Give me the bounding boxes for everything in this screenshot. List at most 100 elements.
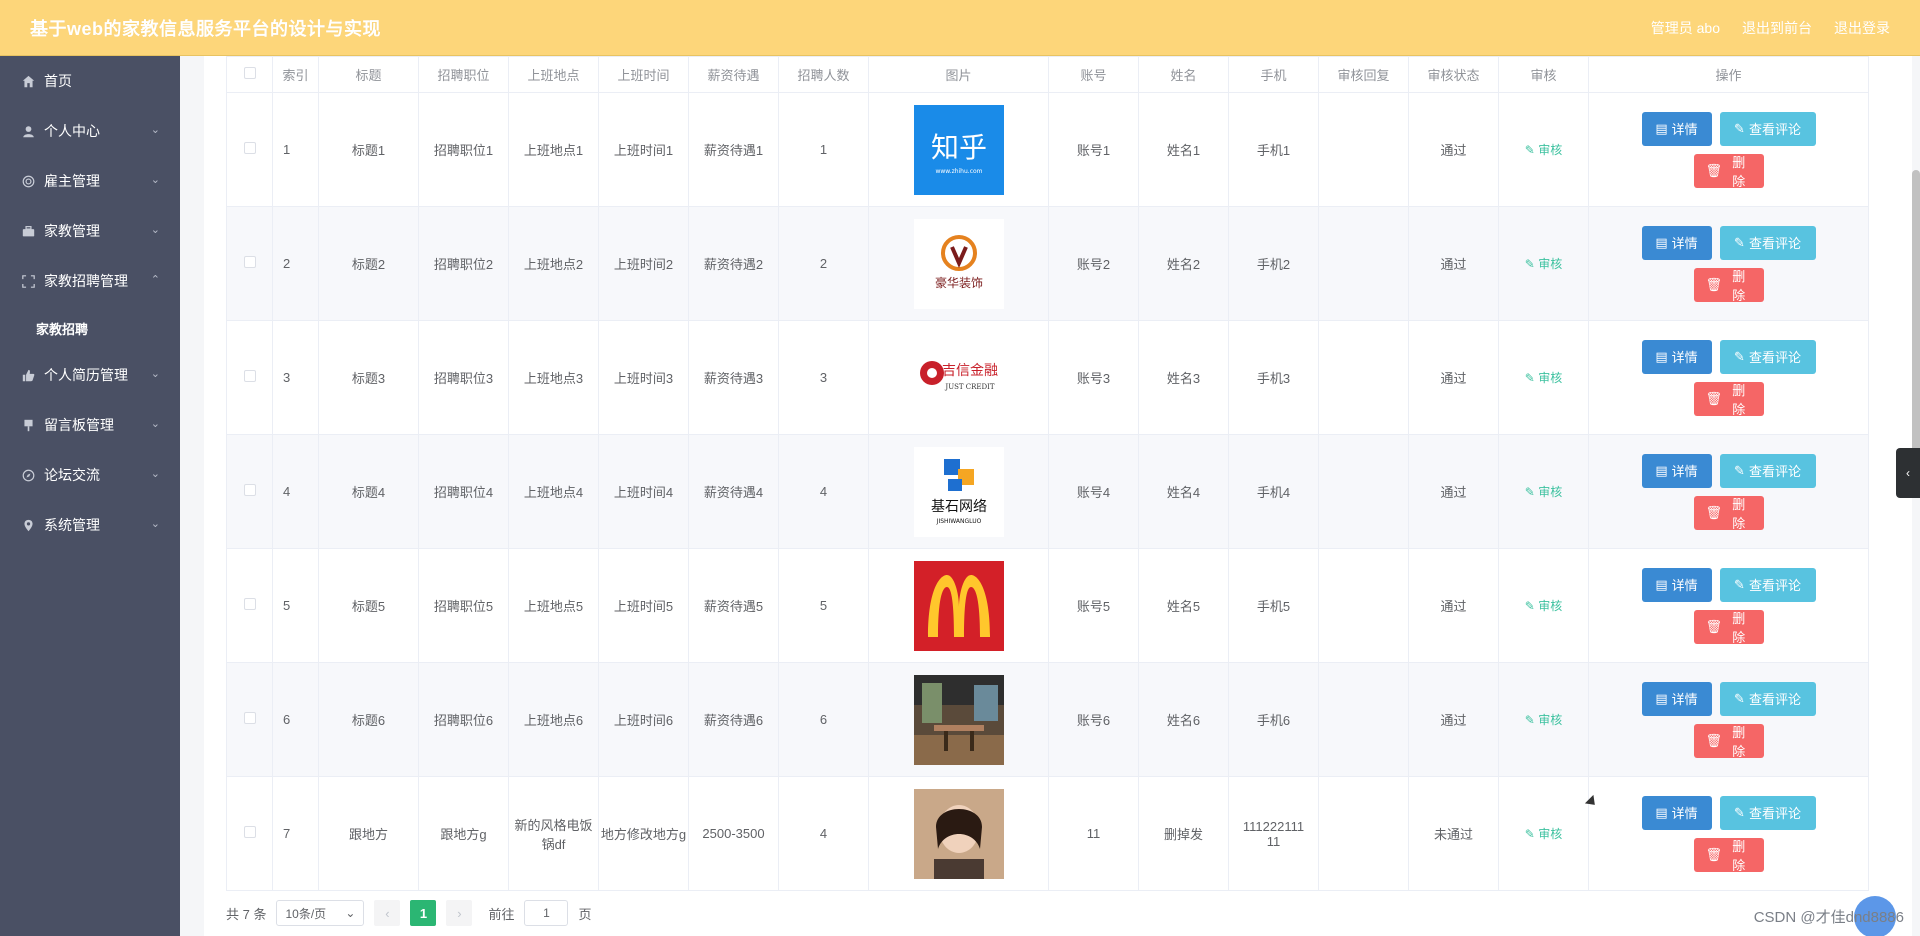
delete-button[interactable]: 🗑 删除 [1693, 609, 1764, 645]
vertical-scrollbar[interactable] [1912, 170, 1920, 490]
table-row: 2 标题2 招聘职位2 上班地点2 上班时间2 薪资待遇2 2 豪华装饰 账号2 姓名2 手机2 通过… [226, 206, 1869, 321]
delete-button[interactable]: 🗑 删除 [1693, 495, 1764, 531]
detail-button[interactable]: ▤ 详情 [1641, 339, 1712, 374]
sidebar-subitem-tutor-recruit[interactable]: 家教招聘 [0, 306, 180, 350]
cell-name: 删掉发 [1138, 776, 1229, 891]
cell-location: 上班地点4 [508, 434, 599, 549]
decoration-logo[interactable]: 豪华装饰 [913, 218, 1004, 309]
detail-button[interactable]: ▤ 详情 [1641, 111, 1712, 146]
row-checkbox[interactable] [243, 826, 256, 838]
view-comments-button[interactable]: ✎ 查看评论 [1719, 339, 1816, 374]
sidebar-item-tutor-management[interactable]: 家教管理 ⌄ [0, 206, 180, 256]
select-all-checkbox[interactable] [243, 67, 256, 79]
cell-operations: ▤ 详情 ✎ 查看评论 🗑 删除 [1588, 662, 1869, 777]
review-link[interactable]: ✎ 审核 [1525, 827, 1562, 841]
delete-button[interactable]: 🗑 删除 [1693, 153, 1764, 189]
cell-name: 姓名6 [1138, 662, 1229, 777]
sidebar-item-label: 雇主管理 [44, 173, 100, 189]
cell-location: 上班地点3 [508, 320, 599, 435]
review-link-label: 审核 [1538, 257, 1563, 271]
sidebar-item-system-management[interactable]: 系统管理 ⌄ [0, 500, 180, 550]
detail-button[interactable]: ▤ 详情 [1641, 567, 1712, 602]
next-page-button[interactable]: › [446, 900, 473, 926]
row-checkbox[interactable] [243, 598, 256, 610]
cell-account: 账号3 [1048, 320, 1139, 435]
row-checkbox-cell[interactable] [226, 320, 273, 435]
mcdonalds-logo[interactable] [913, 560, 1004, 651]
cell-review-status: 通过 [1408, 92, 1499, 207]
sidebar-item-message-board-management[interactable]: 留言板管理 ⌄ [0, 400, 180, 450]
sidebar-item-personal-center[interactable]: 个人中心 ⌄ [0, 106, 180, 156]
edit-icon: ✎ [1524, 827, 1539, 841]
view-comments-button[interactable]: ✎ 查看评论 [1719, 453, 1816, 488]
row-checkbox-cell[interactable] [226, 662, 273, 777]
cell-review-action: ✎ 审核 [1498, 776, 1589, 891]
row-checkbox[interactable] [243, 370, 256, 382]
row-checkbox-cell[interactable] [226, 92, 273, 207]
sidebar-item-label: 个人中心 [44, 123, 100, 139]
row-checkbox[interactable] [243, 256, 256, 268]
prev-page-button[interactable]: ‹ [374, 900, 401, 926]
review-link[interactable]: ✎ 审核 [1525, 599, 1562, 613]
row-checkbox-cell[interactable] [226, 206, 273, 321]
chevron-left-icon[interactable]: ‹ [1896, 448, 1920, 498]
logout-link[interactable]: 退出登录 [1834, 18, 1890, 38]
chevron-up-icon: ⌃ [150, 274, 160, 286]
portrait-photo[interactable] [913, 788, 1004, 879]
sidebar-item-home[interactable]: 首页 [0, 56, 180, 106]
detail-button[interactable]: ▤ 详情 [1641, 795, 1712, 830]
review-link[interactable]: ✎ 审核 [1525, 371, 1562, 385]
delete-button[interactable]: 🗑 删除 [1693, 723, 1764, 759]
delete-button[interactable]: 🗑 删除 [1693, 381, 1764, 417]
review-link-label: 审核 [1538, 827, 1563, 841]
jishi-network-logo[interactable]: 基石网络 JISHIWANGLUO [913, 446, 1004, 537]
view-comments-button[interactable]: ✎ 查看评论 [1719, 681, 1816, 716]
detail-label: 详情 [1671, 806, 1698, 821]
row-checkbox-cell[interactable] [226, 434, 273, 549]
cell-review-action: ✎ 审核 [1498, 320, 1589, 435]
review-link[interactable]: ✎ 审核 [1525, 257, 1562, 271]
review-link[interactable]: ✎ 审核 [1525, 713, 1562, 727]
view-comments-button[interactable]: ✎ 查看评论 [1719, 795, 1816, 830]
document-icon: ▤ [1655, 690, 1668, 706]
row-checkbox[interactable] [243, 142, 256, 154]
cell-location: 上班地点2 [508, 206, 599, 321]
select-all-checkbox-cell[interactable] [226, 56, 273, 93]
admin-user-label[interactable]: 管理员 abo [1651, 18, 1720, 38]
sidebar-item-resume-management[interactable]: 个人简历管理 ⌄ [0, 350, 180, 400]
jixin-finance-logo[interactable]: 吉信金融 JUST CREDIT [913, 332, 1004, 423]
view-comments-button[interactable]: ✎ 查看评论 [1719, 225, 1816, 260]
sidebar-item-employer-management[interactable]: 雇主管理 ⌄ [0, 156, 180, 206]
cell-salary: 薪资待遇6 [688, 662, 779, 777]
zhihu-logo[interactable]: 知乎 www.zhihu.com [913, 104, 1004, 195]
review-link[interactable]: ✎ 审核 [1525, 143, 1562, 157]
edit-icon: ✎ [1524, 599, 1539, 613]
user-icon [20, 123, 36, 139]
delete-button[interactable]: 🗑 删除 [1693, 837, 1764, 873]
view-comments-label: 查看评论 [1748, 692, 1801, 707]
review-link[interactable]: ✎ 审核 [1525, 485, 1562, 499]
detail-button[interactable]: ▤ 详情 [1641, 681, 1712, 716]
interior-photo[interactable] [913, 674, 1004, 765]
goto-page-input[interactable]: 1 [524, 900, 569, 926]
view-comments-button[interactable]: ✎ 查看评论 [1719, 111, 1816, 146]
detail-button[interactable]: ▤ 详情 [1641, 225, 1712, 260]
sidebar-item-tutor-recruit-management[interactable]: 家教招聘管理 ⌃ [0, 256, 180, 306]
page-size-select[interactable]: 10条/页 ⌄ [276, 900, 365, 926]
page-number-active[interactable]: 1 [410, 900, 437, 926]
cell-location: 上班地点5 [508, 548, 599, 663]
exit-to-front-link[interactable]: 退出到前台 [1742, 18, 1812, 38]
detail-button[interactable]: ▤ 详情 [1641, 453, 1712, 488]
cell-salary: 薪资待遇1 [688, 92, 779, 207]
cell-work-time: 上班时间5 [598, 548, 689, 663]
row-checkbox-cell[interactable] [226, 776, 273, 891]
row-checkbox[interactable] [243, 484, 256, 496]
chevron-down-icon: ⌄ [150, 124, 160, 136]
delete-button[interactable]: 🗑 删除 [1693, 267, 1764, 303]
row-checkbox[interactable] [243, 712, 256, 724]
sidebar-item-forum[interactable]: 论坛交流 ⌄ [0, 450, 180, 500]
cell-account: 账号4 [1048, 434, 1139, 549]
view-comments-button[interactable]: ✎ 查看评论 [1719, 567, 1816, 602]
row-checkbox-cell[interactable] [226, 548, 273, 663]
cell-operations: ▤ 详情 ✎ 查看评论 🗑 删除 [1588, 206, 1869, 321]
